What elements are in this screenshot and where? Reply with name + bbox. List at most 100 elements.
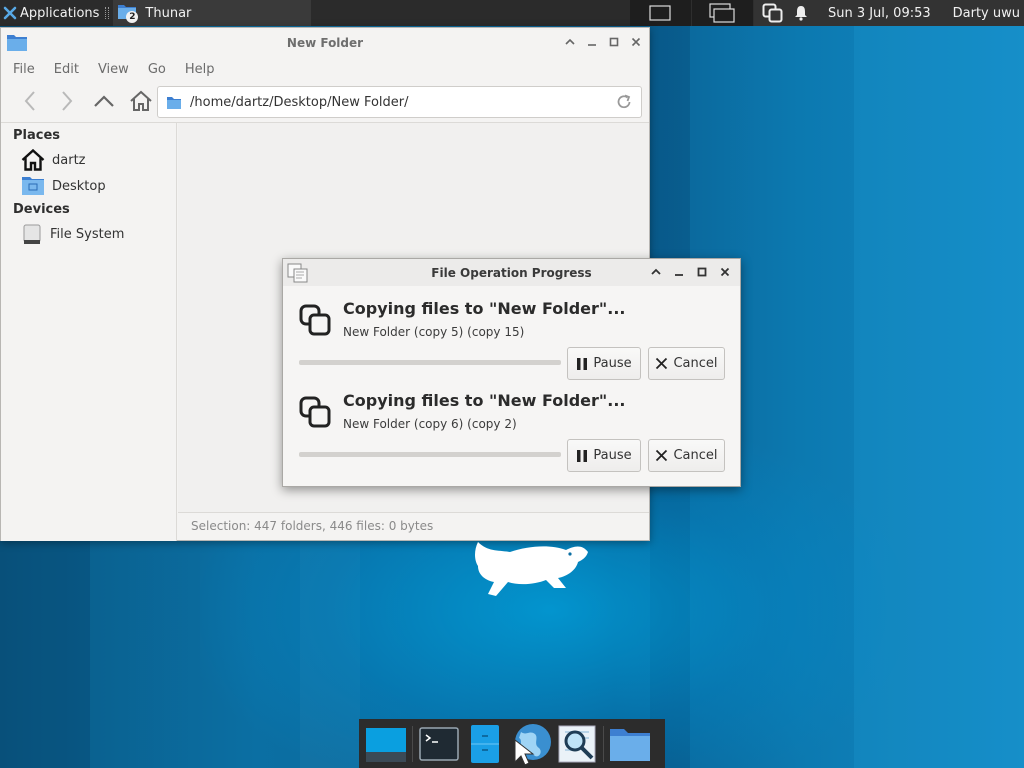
home-icon xyxy=(130,90,152,111)
home-button[interactable] xyxy=(126,86,156,116)
chevron-left-icon xyxy=(24,91,35,111)
pause-button[interactable]: Pause xyxy=(567,347,641,380)
dialog-titlebar[interactable]: File Operation Progress xyxy=(283,259,740,286)
user-menu[interactable]: Darty uwu xyxy=(941,6,1024,21)
minimize-icon xyxy=(675,274,683,276)
sidebar-item-dartz[interactable]: dartz xyxy=(1,147,176,173)
cancel-label: Cancel xyxy=(673,448,718,463)
back-button[interactable] xyxy=(15,86,45,116)
devices-header: Devices xyxy=(13,202,70,217)
dock-show-desktop[interactable] xyxy=(363,721,409,767)
dock xyxy=(359,719,665,768)
toolbar: /home/dartz/Desktop/New Folder/ xyxy=(1,80,649,122)
pause-button[interactable]: Pause xyxy=(567,439,641,472)
sidebar-item-label: dartz xyxy=(52,152,86,168)
menu-help[interactable]: Help xyxy=(185,62,215,77)
menu-go[interactable]: Go xyxy=(148,62,166,77)
notifications-bell-icon[interactable] xyxy=(794,5,808,21)
cancel-button[interactable]: Cancel xyxy=(648,347,725,380)
folder-icon xyxy=(167,96,181,109)
drive-icon xyxy=(23,224,41,244)
maximize-icon xyxy=(609,37,619,47)
desktop-folder-icon xyxy=(22,177,44,195)
dock-web-browser[interactable] xyxy=(508,721,554,767)
workspace-switcher xyxy=(629,0,754,26)
thunar-group-icon: 2 xyxy=(117,2,139,24)
menu-file[interactable]: File xyxy=(13,62,35,77)
location-bar[interactable]: /home/dartz/Desktop/New Folder/ xyxy=(157,86,642,118)
dock-separator xyxy=(412,725,413,762)
pause-icon xyxy=(577,357,588,370)
menubar: File Edit View Go Help xyxy=(1,58,649,80)
operation-title: Copying files to "New Folder"... xyxy=(343,391,626,410)
copy-icon xyxy=(299,304,331,336)
operation-detail: New Folder (copy 5) (copy 15) xyxy=(343,325,525,339)
chevron-right-icon xyxy=(62,91,73,111)
shade-button[interactable] xyxy=(563,35,577,49)
file-manager-icon xyxy=(471,724,499,763)
operation-2: Copying files to "New Folder"... New Fol… xyxy=(283,381,740,473)
operation-detail: New Folder (copy 6) (copy 2) xyxy=(343,417,517,431)
pause-icon xyxy=(577,449,588,462)
file-operation-dialog: File Operation Progress Copying files to… xyxy=(282,258,741,487)
app-finder-icon xyxy=(558,725,596,762)
maximize-button[interactable] xyxy=(607,35,621,49)
clipboard-icon[interactable] xyxy=(762,3,784,23)
file-copy-icon xyxy=(287,263,308,283)
minimize-button[interactable] xyxy=(585,35,599,49)
dialog-minimize-button[interactable] xyxy=(672,265,686,279)
sidebar-item-file-system[interactable]: File System xyxy=(1,221,176,247)
places-header: Places xyxy=(13,128,61,143)
reload-icon[interactable] xyxy=(615,93,633,111)
dock-file-manager[interactable] xyxy=(462,721,508,767)
thunar-titlebar[interactable]: New Folder xyxy=(1,28,649,58)
applications-menu[interactable]: Applications xyxy=(0,0,103,26)
dock-folder[interactable] xyxy=(607,721,653,767)
clock[interactable]: Sun 3 Jul, 09:53 xyxy=(818,6,931,21)
chevron-up-icon xyxy=(651,268,661,275)
dialog-maximize-button[interactable] xyxy=(695,265,709,279)
top-panel: Applications 2 Thunar Sun 3 Jul, 09:53 D… xyxy=(0,0,1024,26)
workspace-2[interactable] xyxy=(692,0,754,26)
show-desktop-icon xyxy=(366,727,406,762)
chevron-up-icon xyxy=(565,38,575,45)
close-icon xyxy=(656,357,668,370)
sidebar-item-desktop[interactable]: Desktop xyxy=(1,173,176,199)
taskbar-thunar-label: Thunar xyxy=(145,5,192,21)
workspace-1[interactable] xyxy=(630,0,692,26)
sidebar-item-label: File System xyxy=(50,226,125,242)
pause-label: Pause xyxy=(593,448,632,463)
xfce-mouse-logo xyxy=(475,542,588,596)
dock-separator xyxy=(603,725,604,762)
operation-1: Copying files to "New Folder"... New Fol… xyxy=(283,289,740,381)
dialog-shade-button[interactable] xyxy=(649,265,663,279)
dock-app-finder[interactable] xyxy=(554,721,600,767)
xfce-logo-icon xyxy=(3,6,17,20)
close-icon xyxy=(720,267,730,277)
cancel-button[interactable]: Cancel xyxy=(648,439,725,472)
minimize-icon xyxy=(588,44,596,46)
web-browser-icon xyxy=(514,723,551,766)
sidebar-item-label: Desktop xyxy=(52,178,106,194)
progress-bar xyxy=(299,360,561,365)
chevron-up-icon xyxy=(94,95,114,107)
menu-edit[interactable]: Edit xyxy=(54,62,79,77)
window-title: New Folder xyxy=(286,36,364,50)
location-path: /home/dartz/Desktop/New Folder/ xyxy=(190,94,409,110)
menu-view[interactable]: View xyxy=(98,62,129,77)
forward-button[interactable] xyxy=(52,86,82,116)
taskbar-thunar[interactable]: 2 Thunar xyxy=(113,0,312,26)
maximize-icon xyxy=(697,267,707,277)
parent-folder-button[interactable] xyxy=(89,86,119,116)
panel-separator xyxy=(105,7,110,19)
progress-bar xyxy=(299,452,561,457)
copy-icon xyxy=(299,396,331,428)
dock-terminal[interactable] xyxy=(416,721,462,767)
window-count-badge: 2 xyxy=(126,11,139,23)
dialog-close-button[interactable] xyxy=(718,265,732,279)
folder-icon xyxy=(610,728,650,761)
close-icon xyxy=(631,37,641,47)
cancel-label: Cancel xyxy=(673,356,718,371)
close-button[interactable] xyxy=(629,35,643,49)
pause-label: Pause xyxy=(593,356,632,371)
